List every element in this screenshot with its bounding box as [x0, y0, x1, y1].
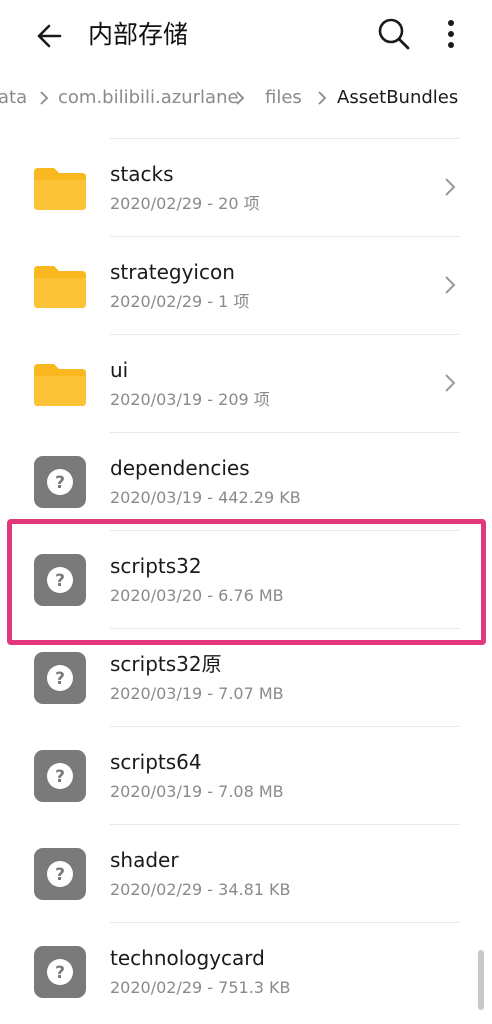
svg-text:?: ?	[55, 767, 65, 787]
breadcrumb: ata com.bilibili.azurlane files AssetBun…	[0, 80, 492, 116]
search-icon[interactable]	[374, 14, 414, 54]
breadcrumb-item-current: AssetBundles	[337, 87, 459, 108]
unknown-file-icon: ?	[34, 750, 86, 802]
svg-text:?: ?	[55, 473, 65, 493]
svg-text:?: ?	[55, 865, 65, 885]
divider	[110, 824, 460, 825]
item-name: scripts32原	[110, 652, 222, 676]
page-title: 内部存储	[88, 20, 189, 49]
list-item[interactable]: ? dependencies 2020/03/19 - 442.29 KB	[0, 432, 492, 530]
svg-text:?: ?	[55, 669, 65, 689]
chevron-right-icon	[40, 91, 49, 105]
folder-icon	[34, 168, 86, 210]
breadcrumb-item-files[interactable]: files	[265, 86, 302, 110]
top-app-bar: 内部存储	[0, 0, 492, 72]
scrollbar[interactable]	[478, 950, 484, 1010]
item-meta: 2020/02/29 - 751.3 KB	[110, 978, 291, 997]
list-item[interactable]: ? scripts64 2020/03/19 - 7.08 MB	[0, 726, 492, 824]
item-name: stacks	[110, 162, 174, 186]
more-vertical-icon[interactable]	[436, 16, 466, 52]
chevron-right-icon	[318, 91, 327, 105]
item-name: shader	[110, 848, 179, 872]
item-meta: 2020/02/29 - 20 项	[110, 194, 260, 213]
chevron-right-icon	[236, 91, 245, 105]
item-name: dependencies	[110, 456, 250, 480]
divider	[110, 138, 460, 139]
item-name: scripts64	[110, 750, 202, 774]
list-item[interactable]: ? technologycard 2020/02/29 - 751.3 KB	[0, 922, 492, 1020]
divider	[110, 236, 460, 237]
item-name: strategyicon	[110, 260, 235, 284]
divider	[110, 334, 460, 335]
breadcrumb-item-data[interactable]: ata	[0, 86, 27, 110]
list-item[interactable]: stacks 2020/02/29 - 20 项	[0, 138, 492, 236]
chevron-right-icon	[445, 178, 456, 196]
item-meta: 2020/02/29 - 34.81 KB	[110, 880, 291, 899]
folder-icon	[34, 364, 86, 406]
divider	[110, 922, 460, 923]
item-name: technologycard	[110, 946, 265, 970]
item-name: ui	[110, 358, 129, 382]
item-meta: 2020/03/19 - 442.29 KB	[110, 488, 301, 507]
divider	[110, 432, 460, 433]
folder-icon	[34, 266, 86, 308]
item-meta: 2020/03/19 - 209 项	[110, 390, 270, 409]
unknown-file-icon: ?	[34, 946, 86, 998]
list-item[interactable]: strategyicon 2020/02/29 - 1 项	[0, 236, 492, 334]
unknown-file-icon: ?	[34, 848, 86, 900]
divider	[110, 726, 460, 727]
item-meta: 2020/02/29 - 1 项	[110, 292, 250, 311]
unknown-file-icon: ?	[34, 652, 86, 704]
breadcrumb-item-package[interactable]: com.bilibili.azurlane	[58, 86, 239, 110]
chevron-right-icon	[445, 374, 456, 392]
list-item[interactable]: ui 2020/03/19 - 209 项	[0, 334, 492, 432]
list-item[interactable]: ? shader 2020/02/29 - 34.81 KB	[0, 824, 492, 922]
svg-text:?: ?	[55, 963, 65, 983]
chevron-right-icon	[445, 276, 456, 294]
selection-highlight	[7, 519, 486, 645]
item-meta: 2020/03/19 - 7.08 MB	[110, 782, 284, 801]
item-meta: 2020/03/19 - 7.07 MB	[110, 684, 284, 703]
unknown-file-icon: ?	[34, 456, 86, 508]
arrow-left-icon[interactable]	[30, 16, 70, 56]
